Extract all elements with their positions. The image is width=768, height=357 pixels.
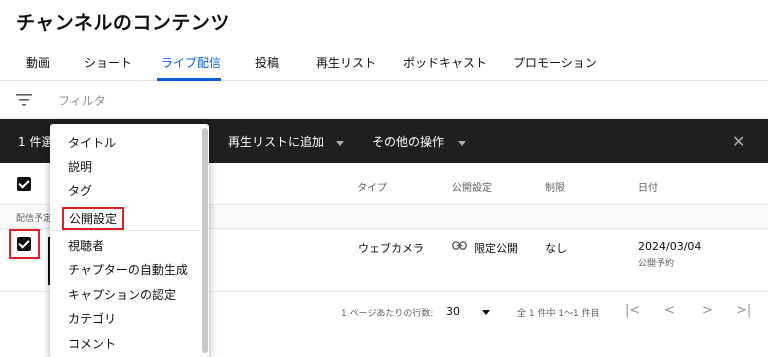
active-tab-indicator [157, 78, 221, 81]
chevron-down-icon [336, 141, 344, 146]
page-range: 全 1 件中 1〜1 件目 [517, 309, 600, 319]
row-type: ウェブカメラ [358, 242, 424, 255]
content-tabs: 動画 ショート ライブ配信 投稿 再生リスト ポッドキャスト プロモーション [0, 44, 768, 81]
add-to-playlist-button[interactable]: 再生リストに追加 [228, 133, 324, 150]
menu-item-title[interactable]: タイトル [68, 134, 116, 151]
select-all-checkbox[interactable] [17, 177, 31, 191]
edit-field-menu: タイトル 説明 タグ 公開設定 視聴者 チャプターの自動生成 キャプションの認定… [50, 124, 209, 357]
tab-promotions[interactable]: プロモーション [513, 54, 597, 71]
previous-page-icon[interactable]: < [664, 303, 675, 318]
menu-item-auto-chapters[interactable]: チャプターの自動生成 [68, 261, 188, 278]
first-page-icon[interactable]: |< [625, 303, 640, 318]
link-icon [452, 241, 467, 250]
filter-input[interactable]: フィルタ [58, 92, 106, 109]
tab-live[interactable]: ライブ配信 [161, 54, 221, 71]
header-restrictions[interactable]: 制限 [545, 179, 565, 194]
tab-podcasts[interactable]: ポッドキャスト [403, 54, 487, 71]
page-title: チャンネルのコンテンツ [16, 12, 230, 34]
menu-item-caption-cert[interactable]: キャプションの認定 [68, 286, 176, 303]
tab-shorts[interactable]: ショート [84, 54, 132, 71]
header-date[interactable]: 日付 [638, 179, 658, 194]
menu-item-tags[interactable]: タグ [68, 182, 92, 199]
more-actions-button[interactable]: その他の操作 [372, 133, 444, 150]
last-page-icon[interactable]: >| [736, 303, 751, 318]
filter-bar[interactable]: フィルタ [0, 82, 768, 119]
row-date-status: 公開予約 [638, 259, 675, 269]
close-icon[interactable]: ✕ [732, 132, 745, 151]
rows-per-page-label: 1 ページあたりの行数: [341, 309, 434, 319]
menu-item-description[interactable]: 説明 [68, 158, 92, 175]
menu-item-visibility[interactable]: 公開設定 [62, 207, 125, 230]
tab-playlists[interactable]: 再生リスト [316, 54, 376, 71]
selected-count: 1 件選 [18, 135, 54, 149]
menu-divider [50, 230, 200, 231]
menu-item-category[interactable]: カテゴリ [68, 310, 116, 327]
filter-icon[interactable] [16, 93, 32, 107]
section-label: 配信予定 [16, 214, 53, 224]
next-page-icon[interactable]: > [702, 303, 713, 318]
tab-posts[interactable]: 投稿 [255, 54, 279, 71]
header-visibility[interactable]: 公開設定 [452, 179, 492, 194]
menu-scrollbar[interactable] [202, 128, 208, 353]
chevron-down-icon[interactable] [482, 310, 490, 315]
menu-item-comments[interactable]: コメント [68, 335, 116, 352]
row-restrictions: なし [545, 242, 567, 255]
menu-item-audience[interactable]: 視聴者 [68, 237, 104, 254]
chevron-down-icon [458, 141, 466, 146]
checkbox-highlight-box [9, 229, 40, 259]
header-type[interactable]: タイプ [357, 179, 387, 194]
tab-videos[interactable]: 動画 [26, 54, 50, 71]
row-visibility[interactable]: 限定公開 [474, 240, 518, 256]
row-date: 2024/03/04 [638, 240, 702, 253]
rows-per-page-select[interactable]: 30 [446, 305, 460, 318]
